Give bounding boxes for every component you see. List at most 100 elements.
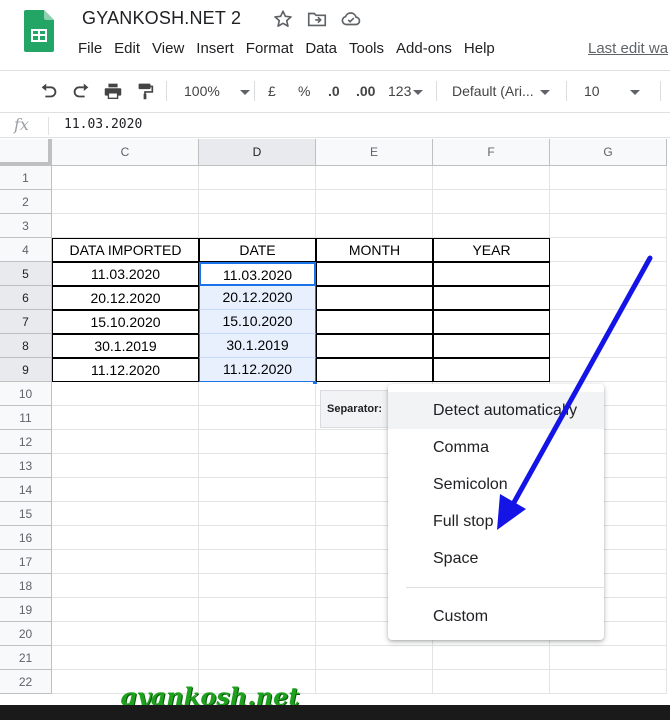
font-size-select[interactable]: 10 — [584, 79, 640, 103]
table-cell[interactable]: 30.1.2019 — [52, 334, 199, 358]
grid-cell[interactable] — [550, 310, 667, 334]
row-header[interactable]: 5 — [0, 262, 52, 286]
table-cell[interactable]: 15.10.2020 — [52, 310, 199, 334]
grid-cell[interactable] — [199, 478, 316, 502]
menu-format[interactable]: Format — [240, 38, 300, 60]
separator-option-space[interactable]: Space — [388, 540, 604, 577]
table-header-cell[interactable]: DATA IMPORTED — [52, 238, 199, 262]
font-family-select[interactable]: Default (Ari... — [452, 79, 550, 103]
separator-option-full-stop[interactable]: Full stop — [388, 503, 604, 540]
grid-cell[interactable] — [199, 646, 316, 670]
grid-cell[interactable] — [550, 214, 667, 238]
table-cell[interactable]: 15.10.2020 — [199, 310, 316, 334]
table-cell[interactable] — [316, 334, 433, 358]
table-header-cell[interactable]: MONTH — [316, 238, 433, 262]
redo-icon[interactable] — [70, 79, 92, 103]
grid-cell[interactable] — [433, 166, 550, 190]
row-header[interactable]: 10 — [0, 382, 52, 406]
grid-cell[interactable] — [199, 526, 316, 550]
last-edit-link[interactable]: Last edit wa — [588, 38, 668, 60]
row-header[interactable]: 11 — [0, 406, 52, 430]
formula-input[interactable]: 11.03.2020 — [64, 117, 142, 132]
row-header[interactable]: 7 — [0, 310, 52, 334]
grid-cell[interactable] — [550, 358, 667, 382]
menu-data[interactable]: Data — [299, 38, 343, 60]
grid-cell[interactable] — [52, 382, 199, 406]
menu-edit[interactable]: Edit — [108, 38, 146, 60]
grid-cell[interactable] — [550, 166, 667, 190]
row-header[interactable]: 21 — [0, 646, 52, 670]
grid-cell[interactable] — [52, 526, 199, 550]
grid-cell[interactable] — [316, 646, 433, 670]
separator-widget[interactable]: Separator: — [320, 390, 394, 428]
column-header-g[interactable]: G — [550, 139, 667, 166]
row-header[interactable]: 8 — [0, 334, 52, 358]
increase-decimal-button[interactable]: .00 — [356, 79, 375, 103]
cloud-saved-icon[interactable] — [340, 8, 362, 30]
sheets-logo-icon[interactable] — [24, 10, 54, 52]
menu-view[interactable]: View — [146, 38, 190, 60]
menu-insert[interactable]: Insert — [190, 38, 240, 60]
grid-cell[interactable] — [316, 190, 433, 214]
row-header[interactable]: 13 — [0, 454, 52, 478]
grid-cell[interactable] — [550, 190, 667, 214]
grid-cell[interactable] — [433, 214, 550, 238]
column-header-d[interactable]: D — [199, 139, 316, 166]
table-cell[interactable] — [316, 262, 433, 286]
row-header[interactable]: 2 — [0, 190, 52, 214]
menu-file[interactable]: File — [72, 38, 108, 60]
separator-option-semicolon[interactable]: Semicolon — [388, 466, 604, 503]
row-header[interactable]: 14 — [0, 478, 52, 502]
row-header[interactable]: 3 — [0, 214, 52, 238]
grid-cell[interactable] — [52, 478, 199, 502]
more-formats-select[interactable]: 123 — [388, 79, 424, 103]
grid-cell[interactable] — [550, 670, 667, 694]
move-folder-icon[interactable] — [306, 8, 328, 30]
grid-cell[interactable] — [52, 598, 199, 622]
table-header-cell[interactable]: YEAR — [433, 238, 550, 262]
grid-cell[interactable] — [52, 574, 199, 598]
table-cell[interactable]: 20.12.2020 — [52, 286, 199, 310]
separator-option-comma[interactable]: Comma — [388, 429, 604, 466]
row-header[interactable]: 16 — [0, 526, 52, 550]
grid-cell[interactable] — [52, 214, 199, 238]
grid-cell[interactable] — [52, 550, 199, 574]
row-header[interactable]: 22 — [0, 670, 52, 694]
grid-cell[interactable] — [550, 646, 667, 670]
column-header-f[interactable]: F — [433, 139, 550, 166]
grid-cell[interactable] — [199, 214, 316, 238]
table-cell[interactable]: 11.03.2020 — [199, 262, 316, 286]
table-cell[interactable] — [316, 358, 433, 382]
table-cell[interactable] — [433, 310, 550, 334]
row-header[interactable]: 20 — [0, 622, 52, 646]
paint-format-icon[interactable] — [134, 79, 156, 103]
grid-cell[interactable] — [52, 406, 199, 430]
row-header[interactable]: 6 — [0, 286, 52, 310]
grid-cell[interactable] — [52, 502, 199, 526]
table-cell[interactable]: 11.12.2020 — [199, 358, 316, 382]
grid-cell[interactable] — [550, 286, 667, 310]
print-icon[interactable] — [102, 79, 124, 103]
grid-cell[interactable] — [199, 598, 316, 622]
table-cell[interactable]: 11.03.2020 — [52, 262, 199, 286]
grid-cell[interactable] — [316, 214, 433, 238]
row-header[interactable]: 9 — [0, 358, 52, 382]
grid-cell[interactable] — [199, 430, 316, 454]
menu-help[interactable]: Help — [458, 38, 501, 60]
row-header[interactable]: 18 — [0, 574, 52, 598]
table-cell[interactable] — [316, 286, 433, 310]
document-title[interactable]: GYANKOSH.NET 2 — [82, 8, 241, 29]
table-cell[interactable]: 11.12.2020 — [52, 358, 199, 382]
row-header[interactable]: 1 — [0, 166, 52, 190]
table-cell[interactable] — [433, 358, 550, 382]
grid-cell[interactable] — [199, 190, 316, 214]
grid-cell[interactable] — [52, 430, 199, 454]
grid-cell[interactable] — [199, 166, 316, 190]
menu-addons[interactable]: Add-ons — [390, 38, 458, 60]
percent-format-button[interactable]: % — [298, 79, 310, 103]
grid-cell[interactable] — [199, 550, 316, 574]
grid-cell[interactable] — [199, 622, 316, 646]
grid-cell[interactable] — [52, 622, 199, 646]
row-header[interactable]: 4 — [0, 238, 52, 262]
grid-cell[interactable] — [433, 646, 550, 670]
